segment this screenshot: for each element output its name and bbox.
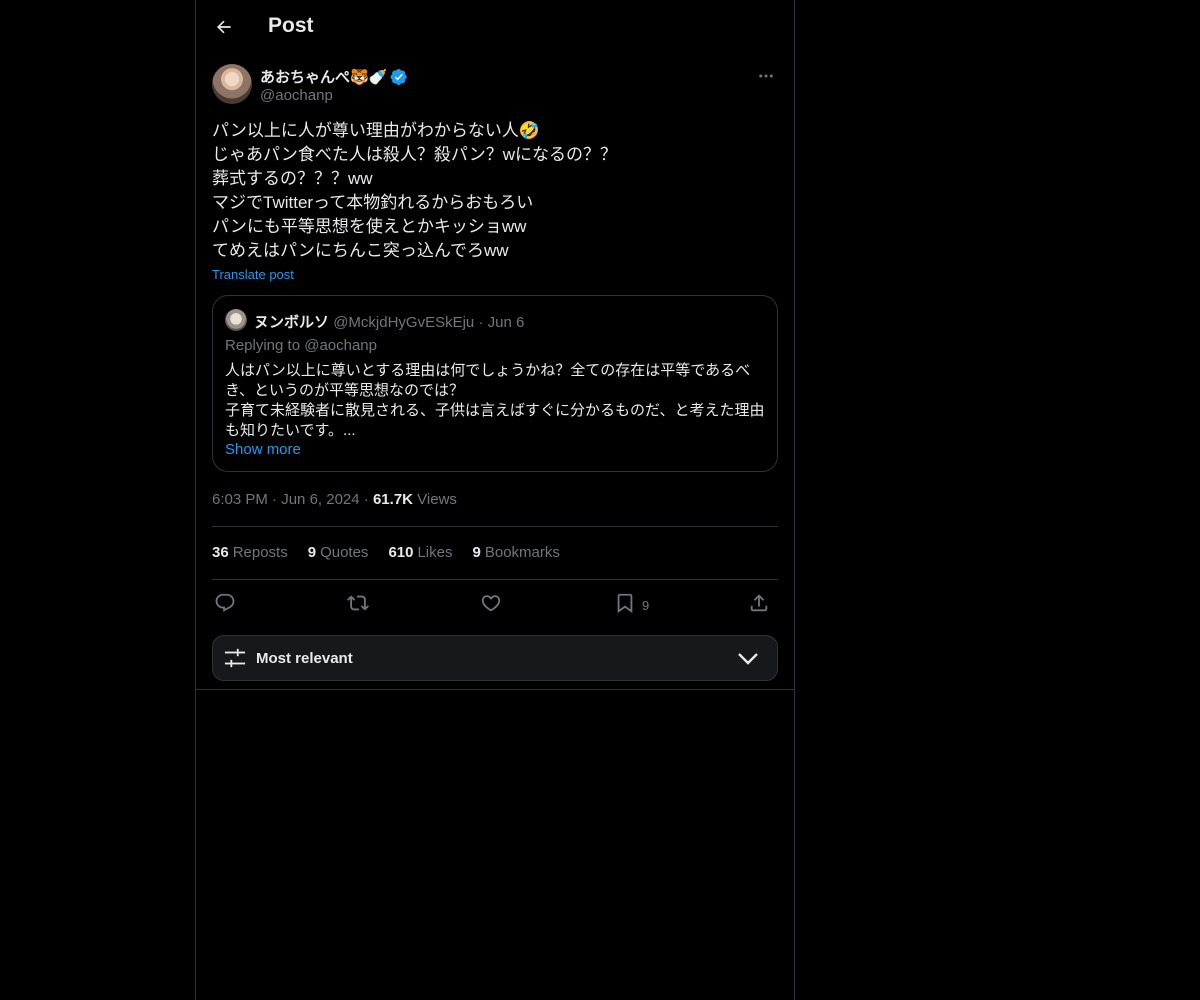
quoted-header: ヌンボルソ @MckjdHyGvESkEju · Jun 6 xyxy=(254,311,524,332)
views-label: Views xyxy=(417,491,457,508)
quoted-avatar xyxy=(225,309,247,331)
quotes-stat[interactable]: 9 Quotes xyxy=(308,544,369,561)
bookmarks-stat[interactable]: 9 Bookmarks xyxy=(473,544,560,561)
author-handle[interactable]: @aochanp xyxy=(260,87,333,104)
divider-2 xyxy=(212,579,778,580)
repost-button[interactable] xyxy=(347,590,369,616)
share-icon xyxy=(748,592,770,614)
reposts-stat[interactable]: 36 Reposts xyxy=(212,544,288,561)
reply-icon xyxy=(214,592,236,614)
reply-button[interactable] xyxy=(214,590,236,616)
section-divider xyxy=(196,689,794,690)
page-title: Post xyxy=(268,14,314,37)
quoted-text-body: 人はパン以上に尊いとする理由は何でしょうかね？全ての存在は平等であるべき、という… xyxy=(225,362,765,439)
bookmark-icon xyxy=(614,592,636,614)
header: Post xyxy=(196,0,794,54)
author-name[interactable]: あおちゃんぺ🐯🍼 xyxy=(260,66,387,87)
avatar[interactable] xyxy=(212,64,252,104)
likes-stat[interactable]: 610 Likes xyxy=(388,544,452,561)
more-dots-icon xyxy=(757,67,775,85)
quoted-author-handle: @MckjdHyGvESkEju xyxy=(333,314,475,331)
chevron-down-icon xyxy=(737,650,759,668)
bookmark-button[interactable]: 9 xyxy=(614,590,649,616)
arrow-left-icon xyxy=(214,17,234,37)
quoted-post[interactable]: ヌンボルソ @MckjdHyGvESkEju · Jun 6 Replying … xyxy=(212,295,778,472)
meta-separator-2: · xyxy=(363,491,369,508)
divider xyxy=(212,526,778,527)
verified-badge-icon xyxy=(390,68,408,86)
quoted-author-name: ヌンボルソ xyxy=(254,314,330,331)
quoted-date: Jun 6 xyxy=(487,314,525,331)
more-options-button[interactable] xyxy=(754,64,778,88)
repost-icon xyxy=(347,592,369,614)
show-more-link[interactable]: Show more xyxy=(225,441,301,458)
author-row: あおちゃんぺ🐯🍼 @aochanp xyxy=(212,64,778,108)
meta-separator: · xyxy=(272,491,278,508)
post-column: Post あおちゃんぺ🐯🍼 @aochanp パン以上に人が尊い理由がわからない… xyxy=(195,0,795,1000)
quoted-separator: · xyxy=(478,314,484,331)
engagement-stats: 36 Reposts 9 Quotes 610 Likes 9 Bookmarks xyxy=(212,544,560,561)
post-metadata: 6:03 PM · Jun 6, 2024 · 61.7K Views xyxy=(212,491,457,508)
post-text: パン以上に人が尊い理由がわからない人🤣 じゃあパン食べた人は殺人？殺パン？wにな… xyxy=(212,121,617,260)
translate-post-link[interactable]: Translate post xyxy=(212,267,294,282)
like-button[interactable] xyxy=(480,590,502,616)
quoted-text: 人はパン以上に尊いとする理由は何でしょうかね？全ての存在は平等であるべき、という… xyxy=(225,361,769,441)
heart-icon xyxy=(480,592,502,614)
post-date[interactable]: Jun 6, 2024 xyxy=(281,491,359,508)
quoted-replying-to: Replying to @aochanp xyxy=(225,337,377,354)
share-button[interactable] xyxy=(748,590,770,616)
sliders-icon xyxy=(224,647,246,669)
sort-replies-dropdown[interactable]: Most relevant xyxy=(212,635,778,681)
bookmark-count: 9 xyxy=(642,597,650,613)
views-count: 61.7K xyxy=(372,491,413,508)
sort-label: Most relevant xyxy=(256,650,353,667)
author-name-row[interactable]: あおちゃんぺ🐯🍼 xyxy=(260,66,408,87)
post-time[interactable]: 6:03 PM xyxy=(212,491,268,508)
action-bar: 9 xyxy=(212,590,778,616)
back-button[interactable] xyxy=(208,11,240,43)
